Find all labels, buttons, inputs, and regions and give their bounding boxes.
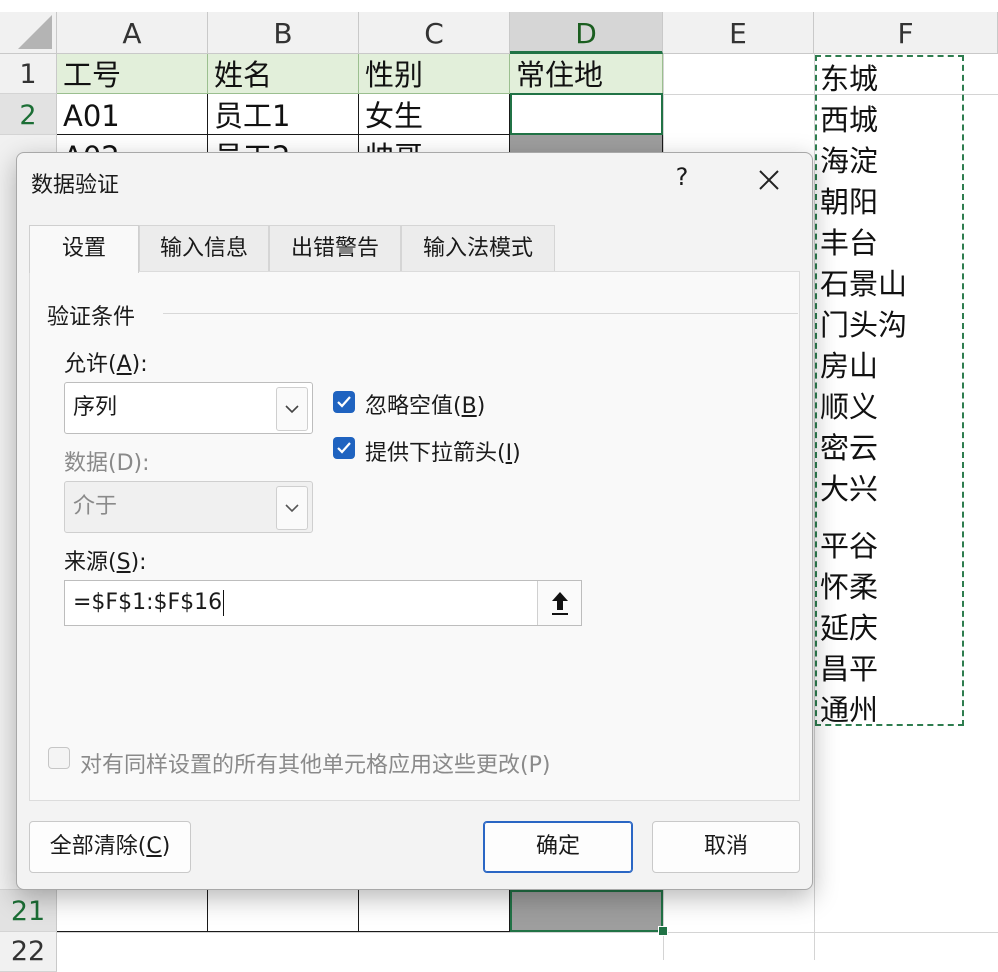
active-cell-d2[interactable]: [510, 93, 663, 135]
allow-select[interactable]: 序列: [64, 382, 313, 434]
cell-c21[interactable]: [359, 890, 510, 932]
column-header-e[interactable]: E: [663, 12, 814, 54]
help-icon[interactable]: ?: [667, 163, 697, 191]
cell-c2[interactable]: 女生: [359, 94, 510, 135]
cell-a21[interactable]: [57, 890, 208, 932]
cell-a1[interactable]: 工号: [57, 54, 208, 94]
data-select-value: 介于: [73, 494, 118, 519]
chevron-down-icon: [276, 486, 308, 530]
cell-d21[interactable]: [510, 890, 663, 932]
ignore-blank-label: 忽略空值(B): [365, 394, 486, 419]
row-header-22[interactable]: 22: [0, 932, 57, 972]
close-icon[interactable]: [752, 161, 786, 199]
clear-all-button[interactable]: 全部清除(C): [29, 821, 191, 873]
cell-c1[interactable]: 性别: [359, 54, 510, 94]
cancel-button[interactable]: 取消: [652, 821, 800, 873]
in-cell-dropdown-label: 提供下拉箭头(I): [365, 441, 521, 466]
source-label: 来源(S):: [64, 550, 147, 575]
chevron-down-icon[interactable]: [276, 387, 308, 431]
gridline: [57, 932, 998, 933]
allow-select-value: 序列: [73, 395, 118, 420]
cell-d1[interactable]: 常住地: [510, 54, 663, 94]
group-divider: [163, 313, 798, 314]
data-select: 介于: [64, 481, 313, 533]
select-all-corner[interactable]: [0, 12, 57, 54]
in-cell-dropdown-checkbox[interactable]: [333, 437, 355, 459]
row-header-21[interactable]: 21: [0, 890, 57, 932]
collapse-dialog-button[interactable]: [537, 581, 581, 625]
ok-button[interactable]: 确定: [483, 821, 633, 873]
allow-label: 允许(A):: [64, 352, 148, 377]
dialog-title: 数据验证: [31, 173, 120, 198]
data-validation-dialog: 数据验证 ? 设置 输入信息 出错警告 输入法模式 验证条件 允许(A): 序列…: [16, 152, 813, 890]
cell-b1[interactable]: 姓名: [208, 54, 359, 94]
column-header-f[interactable]: F: [814, 12, 998, 54]
apply-to-all-checkbox[interactable]: [48, 747, 70, 769]
text-caret: [223, 590, 225, 616]
up-arrow-icon: [551, 592, 568, 615]
source-input[interactable]: =$F$1:$F$16: [64, 580, 582, 626]
cell-b21[interactable]: [208, 890, 359, 932]
tab-error-alert[interactable]: 出错警告: [269, 225, 401, 271]
ignore-blank-checkbox[interactable]: [333, 391, 355, 413]
data-label: 数据(D):: [64, 451, 150, 476]
column-header-d[interactable]: D: [510, 12, 663, 54]
row-header-1[interactable]: 1: [0, 54, 57, 94]
column-header-c[interactable]: C: [359, 12, 510, 54]
source-input-value: =$F$1:$F$16: [73, 590, 223, 615]
row-header-2[interactable]: 2: [0, 94, 57, 135]
tab-input-message[interactable]: 输入信息: [139, 225, 269, 271]
cell-a2[interactable]: A01: [57, 94, 208, 135]
cell-b2[interactable]: 员工1: [208, 94, 359, 135]
tab-settings[interactable]: 设置: [29, 225, 139, 273]
column-header-b[interactable]: B: [208, 12, 359, 54]
tab-ime-mode[interactable]: 输入法模式: [401, 225, 555, 271]
column-header-a[interactable]: A: [57, 12, 208, 54]
fill-handle[interactable]: [658, 926, 668, 936]
copy-marquee-f1-f16: [815, 55, 964, 726]
apply-to-all-label: 对有同样设置的所有其他单元格应用这些更改(P): [80, 753, 551, 778]
validation-criteria-label: 验证条件: [47, 305, 136, 330]
